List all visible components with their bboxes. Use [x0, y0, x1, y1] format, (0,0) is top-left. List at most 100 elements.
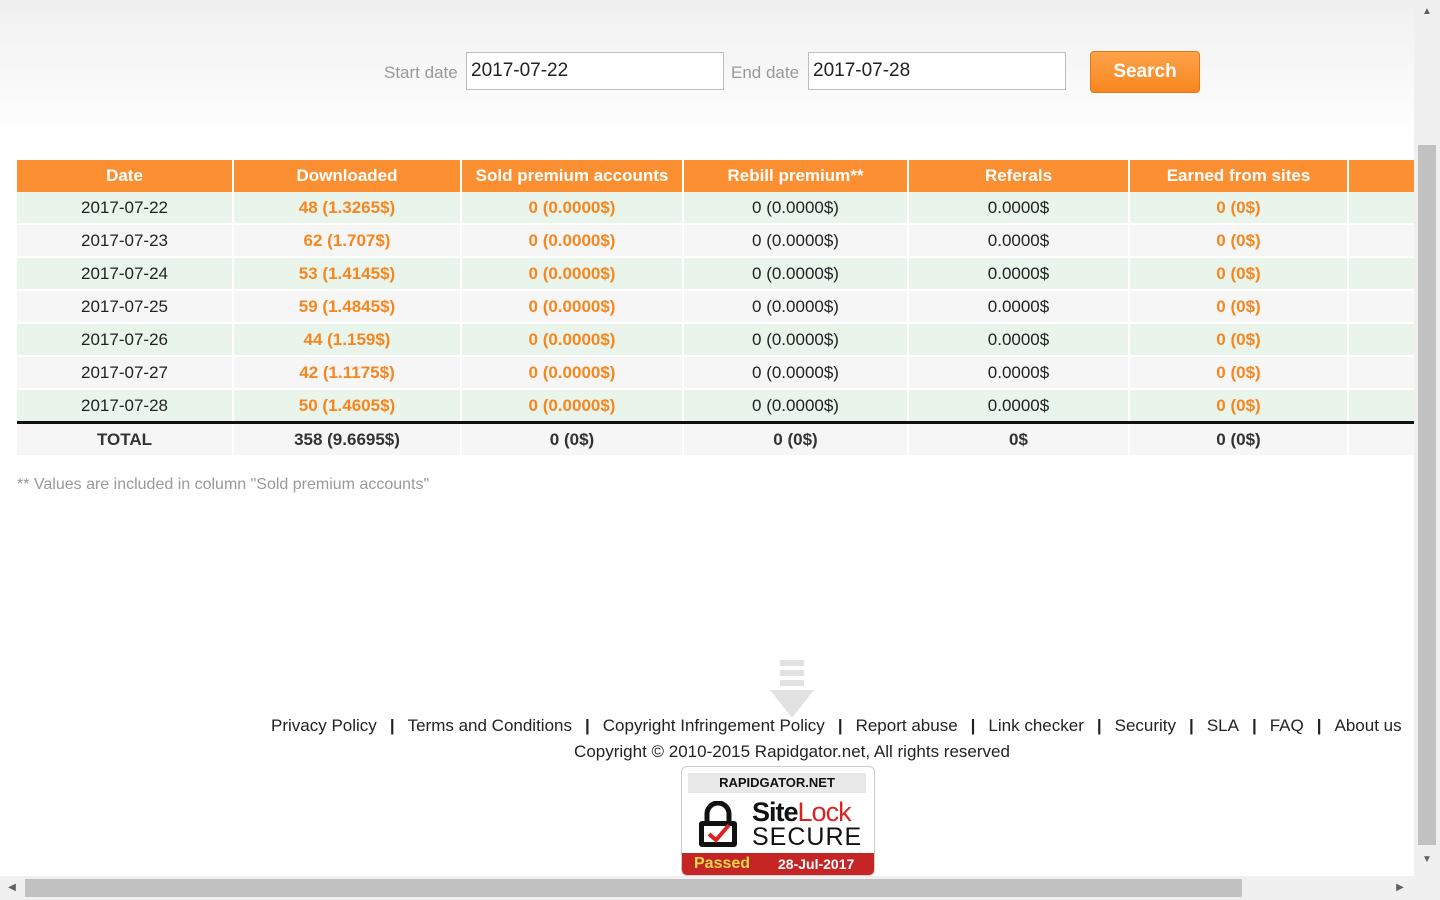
footer-link-about-us[interactable]: About us: [1322, 716, 1415, 735]
sitelock-secure: SECURE: [752, 823, 863, 851]
footer-link-faq[interactable]: FAQ: [1257, 716, 1317, 735]
vertical-scroll-thumb[interactable]: [1418, 145, 1436, 845]
link-separator: |: [837, 716, 843, 735]
footer-link-link-checker[interactable]: Link checker: [975, 716, 1096, 735]
cell-sold: 0 (0.0000$): [461, 323, 684, 357]
cell-referals: 0.0000$: [908, 290, 1130, 324]
page-viewport: Start date End date Search Date Download…: [0, 0, 1414, 876]
column-header-downloaded[interactable]: Downloaded: [233, 160, 462, 192]
cell-extra: [1348, 290, 1414, 324]
cell-rebill: 0 (0.0000$): [683, 290, 909, 324]
table-row: 2017-07-26 44 (1.159$) 0 (0.0000$) 0 (0.…: [17, 323, 1414, 357]
table-row: 2017-07-25 59 (1.4845$) 0 (0.0000$) 0 (0…: [17, 290, 1414, 324]
cell-sold: 0 (0.0000$): [461, 192, 684, 225]
cell-sold: 0 (0.0000$): [461, 224, 684, 258]
scroll-up-arrow-icon[interactable]: ▲: [1414, 0, 1440, 24]
cell-earned: 0 (0$): [1129, 257, 1349, 291]
scroll-down-arrow-icon[interactable]: ▼: [1414, 848, 1440, 872]
cell-earned: 0 (0$): [1129, 389, 1349, 424]
cell-rebill: 0 (0.0000$): [683, 323, 909, 357]
cell-downloaded: 50 (1.4605$): [233, 389, 462, 424]
total-downloaded: 358 (9.6695$): [233, 421, 462, 457]
footer-link-terms[interactable]: Terms and Conditions: [395, 716, 585, 735]
cell-earned: 0 (0$): [1129, 323, 1349, 357]
column-header-sold-premium[interactable]: Sold premium accounts: [461, 160, 684, 192]
cell-downloaded: 59 (1.4845$): [233, 290, 462, 324]
cell-date: 2017-07-24: [17, 257, 234, 291]
cell-referals: 0.0000$: [908, 323, 1130, 357]
total-earned: 0 (0$): [1129, 421, 1349, 457]
scroll-left-arrow-icon[interactable]: ◀: [0, 876, 24, 900]
scrollbar-corner: [1414, 876, 1440, 900]
sitelock-domain: RAPIDGATOR.NET: [688, 773, 866, 793]
horizontal-scrollbar[interactable]: ◀ ▶: [0, 876, 1414, 900]
total-sold: 0 (0$): [461, 421, 684, 457]
vertical-scrollbar[interactable]: ▲ ▼: [1414, 0, 1440, 876]
cell-downloaded: 62 (1.707$): [233, 224, 462, 258]
cell-referals: 0.0000$: [908, 356, 1130, 390]
footer-link-security[interactable]: Security: [1102, 716, 1189, 735]
cell-referals: 0.0000$: [908, 257, 1130, 291]
padlock-check-icon: [699, 801, 737, 847]
end-date-input[interactable]: [808, 52, 1066, 90]
cell-rebill: 0 (0.0000$): [683, 224, 909, 258]
start-date-input[interactable]: [466, 52, 724, 90]
cell-extra: [1348, 257, 1414, 291]
table-row: 2017-07-23 62 (1.707$) 0 (0.0000$) 0 (0.…: [17, 224, 1414, 258]
cell-sold: 0 (0.0000$): [461, 389, 684, 424]
cell-rebill: 0 (0.0000$): [683, 192, 909, 225]
link-separator: |: [1316, 716, 1322, 735]
cell-earned: 0 (0$): [1129, 356, 1349, 390]
cell-date: 2017-07-23: [17, 224, 234, 258]
copyright-text: Copyright © 2010-2015 Rapidgator.net, Al…: [574, 742, 1010, 761]
column-header-date[interactable]: Date: [17, 160, 234, 192]
cell-referals: 0.0000$: [908, 192, 1130, 225]
cell-downloaded: 53 (1.4145$): [233, 257, 462, 291]
column-header-rebill-premium[interactable]: Rebill premium**: [683, 160, 909, 192]
cell-sold: 0 (0.0000$): [461, 290, 684, 324]
end-date-label: End date: [731, 63, 800, 82]
footer-links: Privacy Policy | Terms and Conditions | Copy…: [258, 716, 1414, 736]
total-rebill: 0 (0$): [683, 421, 909, 457]
scroll-right-arrow-icon[interactable]: ▶: [1388, 876, 1412, 900]
footer-link-copyright-policy[interactable]: Copyright Infringement Policy: [590, 716, 838, 735]
cell-sold: 0 (0.0000$): [461, 356, 684, 390]
start-date-label: Start date: [384, 63, 458, 82]
table-header-row: Date Downloaded Sold premium accounts Re…: [17, 160, 1414, 192]
link-separator: |: [1096, 716, 1102, 735]
column-header-extra: [1348, 160, 1414, 192]
cell-date: 2017-07-28: [17, 389, 234, 424]
total-extra: [1348, 421, 1414, 457]
table-row: 2017-07-28 50 (1.4605$) 0 (0.0000$) 0 (0…: [17, 389, 1414, 424]
cell-extra: [1348, 323, 1414, 357]
table-row: 2017-07-24 53 (1.4145$) 0 (0.0000$) 0 (0…: [17, 257, 1414, 291]
horizontal-scroll-thumb[interactable]: [25, 879, 1242, 897]
sitelock-date: 28-Jul-2017: [778, 856, 855, 872]
total-label: TOTAL: [17, 421, 234, 457]
footer-link-report-abuse[interactable]: Report abuse: [843, 716, 971, 735]
cell-rebill: 0 (0.0000$): [683, 257, 909, 291]
column-header-referals[interactable]: Referals: [908, 160, 1130, 192]
cell-downloaded: 42 (1.1175$): [233, 356, 462, 390]
cell-referals: 0.0000$: [908, 224, 1130, 258]
download-arrow-icon: [770, 660, 814, 718]
link-separator: |: [1251, 716, 1257, 735]
cell-downloaded: 48 (1.3265$): [233, 192, 462, 225]
cell-sold: 0 (0.0000$): [461, 257, 684, 291]
cell-earned: 0 (0$): [1129, 224, 1349, 258]
footer-link-sla[interactable]: SLA: [1194, 716, 1252, 735]
cell-earned: 0 (0$): [1129, 192, 1349, 225]
cell-extra: [1348, 389, 1414, 424]
cell-referals: 0.0000$: [908, 389, 1130, 424]
sitelock-status-bar: Passed 28-Jul-2017: [682, 853, 874, 875]
search-button[interactable]: Search: [1090, 51, 1200, 93]
total-referals: 0$: [908, 421, 1130, 457]
table-row: 2017-07-22 48 (1.3265$) 0 (0.0000$) 0 (0…: [17, 192, 1414, 225]
footnote: ** Values are included in column "Sold p…: [17, 476, 430, 493]
footer-link-privacy-policy[interactable]: Privacy Policy: [258, 716, 390, 735]
link-separator: |: [389, 716, 395, 735]
sitelock-badge[interactable]: RAPIDGATOR.NET SiteLock SECURE Passed 28…: [681, 766, 875, 876]
total-row: TOTAL 358 (9.6695$) 0 (0$) 0 (0$) 0$ 0 (…: [17, 421, 1414, 457]
column-header-earned-from-sites[interactable]: Earned from sites: [1129, 160, 1349, 192]
earnings-table: Date Downloaded Sold premium accounts Re…: [17, 160, 1414, 457]
